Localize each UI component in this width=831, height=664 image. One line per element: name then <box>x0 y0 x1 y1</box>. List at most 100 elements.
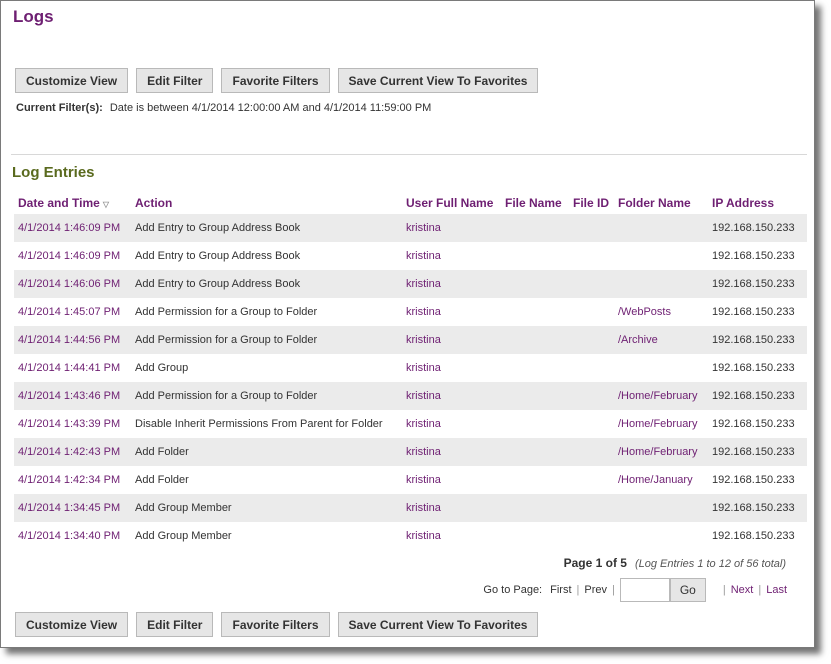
sort-descending-icon: ▽ <box>102 199 109 209</box>
first-page-link[interactable]: First <box>550 584 571 596</box>
favorite-filters-button[interactable]: Favorite Filters <box>221 68 330 93</box>
cell-folder[interactable]: /WebPosts <box>614 298 708 326</box>
cell-date[interactable]: 4/1/2014 1:44:56 PM <box>14 326 131 354</box>
cell-user[interactable]: kristina <box>402 326 501 354</box>
cell-action: Add Permission for a Group to Folder <box>131 382 402 410</box>
goto-page-label: Go to Page: <box>483 584 543 596</box>
cell-user[interactable]: kristina <box>402 298 501 326</box>
cell-action: Add Folder <box>135 474 189 486</box>
column-header-folder[interactable]: Folder Name <box>614 191 708 214</box>
edit-filter-button[interactable]: Edit Filter <box>136 68 214 93</box>
cell-user[interactable]: kristina <box>402 214 501 242</box>
pager: Go to Page: First | Prev | Go | Next | L… <box>483 578 787 602</box>
cell-ip: 192.168.150.233 <box>712 530 795 542</box>
table-row: 4/1/2014 1:46:09 PM Add Entry to Group Ad… <box>14 242 807 270</box>
next-page-link[interactable]: Next <box>731 584 754 596</box>
cell-user[interactable]: kristina <box>402 522 501 550</box>
column-header-user[interactable]: User Full Name <box>402 191 501 214</box>
cell-date[interactable]: 4/1/2014 1:44:41 PM <box>14 354 131 382</box>
cell-action: Add Group Member <box>135 530 232 542</box>
separator: | <box>758 584 762 596</box>
cell-user[interactable]: kristina <box>402 410 501 438</box>
cell-file-name <box>501 242 569 270</box>
cell-user[interactable]: kristina <box>402 438 501 466</box>
bottom-toolbar: Customize View Edit Filter Favorite Filt… <box>15 612 539 637</box>
cell-ip: 192.168.150.233 <box>708 438 807 466</box>
cell-file-name <box>501 494 569 522</box>
cell-ip: 192.168.150.233 <box>708 494 807 522</box>
cell-user[interactable]: kristina <box>402 382 501 410</box>
column-header-file-id[interactable]: File ID <box>569 191 614 214</box>
column-header-file-name[interactable]: File Name <box>501 191 569 214</box>
table-row: 4/1/2014 1:42:43 PM Add Folder kristina/Ho… <box>14 438 807 466</box>
column-header-date[interactable]: Date and Time ▽ <box>14 191 131 214</box>
cell-file-id <box>569 410 614 438</box>
separator: | <box>576 584 580 596</box>
cell-file-id <box>569 494 614 522</box>
cell-date[interactable]: 4/1/2014 1:42:34 PM <box>14 466 131 494</box>
cell-date[interactable]: 4/1/2014 1:34:45 PM <box>14 494 131 522</box>
cell-folder[interactable]: /Home/February <box>614 438 708 466</box>
favorite-filters-button[interactable]: Favorite Filters <box>221 612 330 637</box>
last-page-link[interactable]: Last <box>766 584 787 596</box>
cell-ip: 192.168.150.233 <box>712 362 795 374</box>
cell-date[interactable]: 4/1/2014 1:46:09 PM <box>14 214 131 242</box>
cell-file-name <box>501 466 569 494</box>
cell-ip: 192.168.150.233 <box>708 326 807 354</box>
cell-user[interactable]: kristina <box>402 270 501 298</box>
cell-file-id <box>569 326 614 354</box>
cell-ip: 192.168.150.233 <box>712 306 795 318</box>
cell-ip: 192.168.150.233 <box>712 474 795 486</box>
cell-folder <box>614 522 708 550</box>
cell-action: Add Group Member <box>131 494 402 522</box>
cell-file-id <box>569 522 614 550</box>
cell-date[interactable]: 4/1/2014 1:46:06 PM <box>14 270 131 298</box>
cell-folder[interactable]: /Home/January <box>614 466 708 494</box>
logs-window: Logs Customize View Edit Filter Favorite… <box>0 0 815 648</box>
page-number-input[interactable] <box>619 578 670 602</box>
cell-folder[interactable]: /Home/February <box>614 382 708 410</box>
column-header-action[interactable]: Action <box>131 191 402 214</box>
table-row: 4/1/2014 1:42:34 PM Add Folder kristina/Ho… <box>14 466 807 494</box>
cell-action: Add Folder <box>131 438 402 466</box>
cell-folder[interactable]: /Home/February <box>614 410 708 438</box>
edit-filter-button[interactable]: Edit Filter <box>136 612 214 637</box>
cell-action: Add Group <box>135 362 189 374</box>
cell-ip: 192.168.150.233 <box>708 214 807 242</box>
current-filter-label: Current Filter(s): <box>16 102 103 114</box>
cell-user[interactable]: kristina <box>402 494 501 522</box>
go-button[interactable]: Go <box>669 578 706 602</box>
log-entries-body: 4/1/2014 1:46:09 PM Add Entry to Group Ad… <box>14 214 807 550</box>
cell-file-id <box>569 438 614 466</box>
cell-date[interactable]: 4/1/2014 1:43:39 PM <box>14 410 131 438</box>
save-current-view-button[interactable]: Save Current View To Favorites <box>337 68 539 93</box>
table-row: 4/1/2014 1:34:45 PM Add Group Member krist… <box>14 494 807 522</box>
customize-view-button[interactable]: Customize View <box>15 612 129 637</box>
cell-file-name <box>501 214 569 242</box>
page-info: Page 1 of 5 (Log Entries 1 to 12 of 56 to… <box>564 556 786 570</box>
log-entries-table: Date and Time ▽ Action User Full Name Fil… <box>14 191 807 550</box>
cell-file-name <box>501 410 569 438</box>
log-entries-title: Log Entries <box>12 164 95 181</box>
cell-date[interactable]: 4/1/2014 1:42:43 PM <box>14 438 131 466</box>
cell-file-name <box>501 326 569 354</box>
column-header-date-label: Date and Time <box>18 195 100 210</box>
cell-date[interactable]: 4/1/2014 1:34:40 PM <box>14 522 131 550</box>
cell-user[interactable]: kristina <box>402 466 501 494</box>
cell-file-name <box>501 298 569 326</box>
cell-folder[interactable]: /Archive <box>614 326 708 354</box>
column-header-ip[interactable]: IP Address <box>708 191 807 214</box>
cell-user[interactable]: kristina <box>402 242 501 270</box>
customize-view-button[interactable]: Customize View <box>15 68 129 93</box>
cell-user[interactable]: kristina <box>402 354 501 382</box>
cell-date[interactable]: 4/1/2014 1:45:07 PM <box>14 298 131 326</box>
cell-date[interactable]: 4/1/2014 1:43:46 PM <box>14 382 131 410</box>
cell-date[interactable]: 4/1/2014 1:46:09 PM <box>14 242 131 270</box>
page-title: Logs <box>13 7 54 26</box>
prev-page-link[interactable]: Prev <box>584 584 607 596</box>
table-row: 4/1/2014 1:44:56 PM Add Permission for a … <box>14 326 807 354</box>
cell-action: Add Entry to Group Address Book <box>131 214 402 242</box>
save-current-view-button[interactable]: Save Current View To Favorites <box>337 612 539 637</box>
page-label: Page 1 of 5 <box>563 556 627 570</box>
cell-file-name <box>501 382 569 410</box>
